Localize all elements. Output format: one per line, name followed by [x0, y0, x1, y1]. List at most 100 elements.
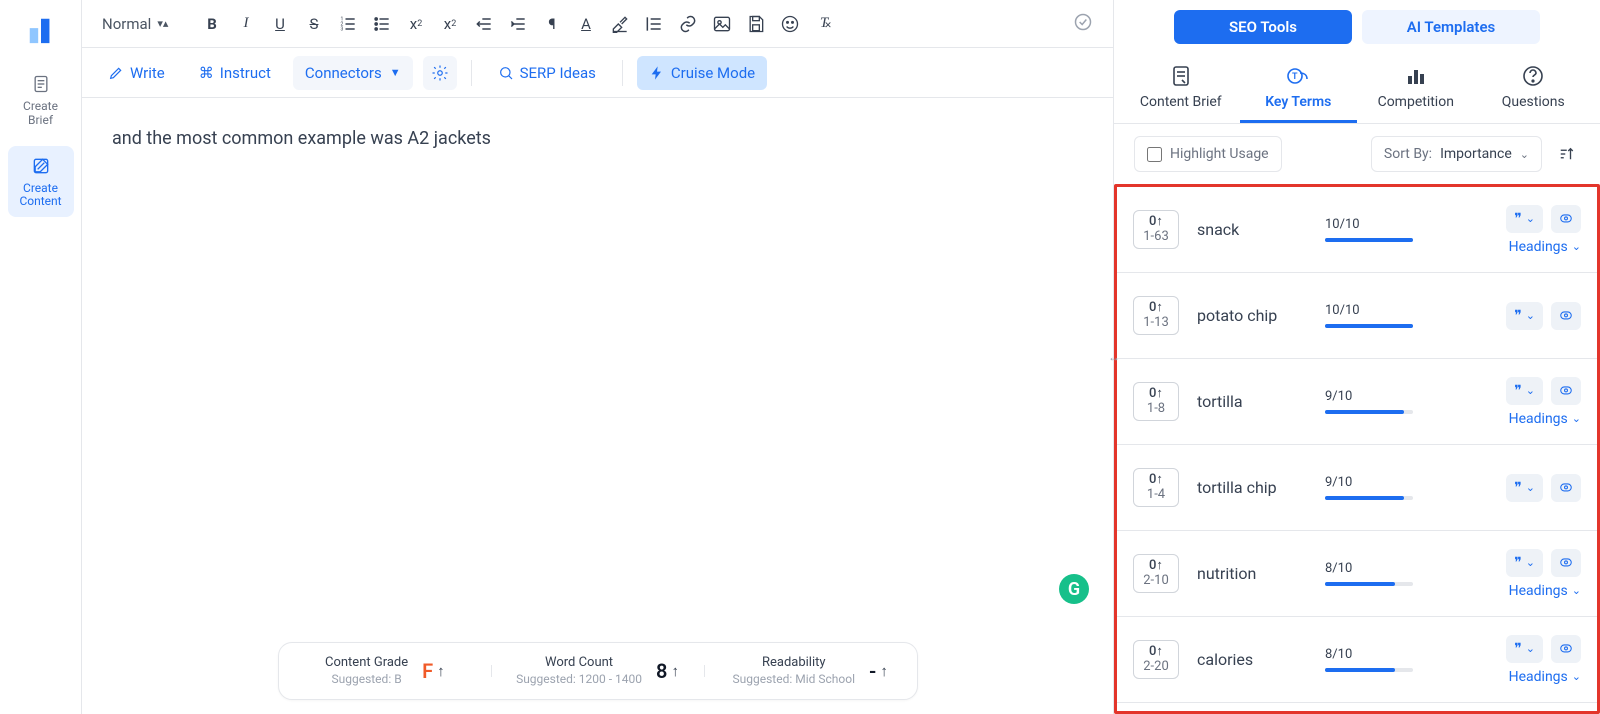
chevron-down-icon: ⌄: [1526, 642, 1535, 655]
competition-tab[interactable]: Competition: [1357, 58, 1475, 123]
headings-link[interactable]: Headings ⌄: [1509, 239, 1581, 255]
view-term-button[interactable]: [1551, 302, 1581, 330]
view-term-button[interactable]: [1551, 205, 1581, 233]
sort-value: Importance: [1440, 146, 1512, 162]
ordered-list-icon[interactable]: 123: [338, 14, 358, 34]
questions-label: Questions: [1502, 94, 1565, 110]
insert-term-button[interactable]: ❞ ⌄: [1506, 205, 1543, 233]
key-terms-label: Key Terms: [1265, 94, 1331, 110]
chevron-down-icon: ⌄: [1520, 148, 1529, 161]
score-bar: [1325, 582, 1413, 586]
insert-term-button[interactable]: ❞ ⌄: [1506, 302, 1543, 330]
editor-body[interactable]: and the most common example was A2 jacke…: [82, 98, 1113, 714]
view-term-button[interactable]: [1551, 474, 1581, 502]
term-name[interactable]: nutrition: [1197, 564, 1307, 583]
term-actions: ❞ ⌄ Headings ⌄: [1506, 635, 1581, 685]
save-icon[interactable]: [746, 14, 766, 34]
usage-badge[interactable]: 0↑ 2-20: [1133, 640, 1179, 680]
insert-term-button[interactable]: ❞ ⌄: [1506, 549, 1543, 577]
quote-icon[interactable]: [644, 14, 664, 34]
score-value: 9/10: [1325, 475, 1425, 490]
clear-format-icon[interactable]: T✕: [814, 14, 834, 34]
emoji-icon[interactable]: [780, 14, 800, 34]
highlight-color-icon[interactable]: [610, 14, 630, 34]
quote-icon: ❞: [1514, 383, 1522, 399]
term-name[interactable]: tortilla chip: [1197, 478, 1307, 497]
create-brief-button[interactable]: Create Brief: [8, 64, 74, 136]
term-name[interactable]: tortilla: [1197, 392, 1307, 411]
quote-icon: ❞: [1514, 641, 1522, 657]
term-name[interactable]: potato chip: [1197, 306, 1307, 325]
paragraph-direction-icon[interactable]: ¶: [542, 14, 562, 34]
outdent-icon[interactable]: [474, 14, 494, 34]
usage-badge[interactable]: 0↑ 1-8: [1133, 382, 1179, 422]
underline-icon[interactable]: U: [270, 14, 290, 34]
headings-link[interactable]: Headings ⌄: [1509, 411, 1581, 427]
chevron-down-icon: ⌄: [1572, 584, 1581, 597]
readability-value: -: [869, 659, 876, 683]
view-term-button[interactable]: [1551, 377, 1581, 405]
term-name[interactable]: calories: [1197, 650, 1307, 669]
highlight-usage-toggle[interactable]: Highlight Usage: [1134, 136, 1282, 172]
strikethrough-icon[interactable]: S: [304, 14, 324, 34]
score-value: 10/10: [1325, 303, 1425, 318]
questions-tab[interactable]: Questions: [1475, 58, 1593, 123]
subscript-icon[interactable]: x2: [406, 14, 426, 34]
word-count-stat[interactable]: Word Count Suggested: 1200 - 1400 8 ↑: [491, 655, 704, 686]
score-bar: [1325, 410, 1413, 414]
serp-ideas-label: SERP Ideas: [520, 64, 596, 82]
chevron-down-icon: ⌄: [1572, 240, 1581, 253]
headings-link[interactable]: Headings ⌄: [1509, 583, 1581, 599]
sort-direction-button[interactable]: [1552, 136, 1580, 172]
word-count-value: 8: [656, 659, 667, 683]
usage-badge[interactable]: 0↑ 2-10: [1133, 554, 1179, 594]
italic-icon[interactable]: I: [236, 14, 256, 34]
link-icon[interactable]: [678, 14, 698, 34]
quote-icon: ❞: [1514, 308, 1522, 324]
chevron-down-icon: ⌄: [1526, 309, 1535, 322]
create-content-button[interactable]: Create Content: [8, 146, 74, 218]
view-term-button[interactable]: [1551, 635, 1581, 663]
unordered-list-icon[interactable]: [372, 14, 392, 34]
score-value: 10/10: [1325, 217, 1425, 232]
caret-icon: ▾▴: [157, 17, 168, 30]
key-terms-tab[interactable]: T Key Terms: [1240, 58, 1358, 123]
cruise-mode-button[interactable]: Cruise Mode: [637, 56, 767, 90]
term-actions: ❞ ⌄ Headings ⌄: [1506, 205, 1581, 255]
app-logo: [17, 6, 65, 54]
image-icon[interactable]: [712, 14, 732, 34]
sort-by-select[interactable]: Sort By: Importance ⌄: [1371, 136, 1542, 172]
content-brief-tab[interactable]: Content Brief: [1122, 58, 1240, 123]
paragraph-style-select[interactable]: Normal ▾▴: [102, 15, 192, 33]
insert-term-button[interactable]: ❞ ⌄: [1506, 474, 1543, 502]
write-button[interactable]: Write: [96, 56, 177, 90]
stats-bar: Content Grade Suggested: B F ↑ Word Coun…: [278, 642, 918, 700]
bold-icon[interactable]: B: [202, 14, 222, 34]
usage-badge[interactable]: 0↑ 1-4: [1133, 468, 1179, 508]
indent-icon[interactable]: [508, 14, 528, 34]
check-icon[interactable]: [1073, 12, 1093, 36]
seo-tools-tab[interactable]: SEO Tools: [1174, 10, 1352, 44]
text-color-icon[interactable]: A: [576, 14, 596, 34]
score-bar: [1325, 238, 1413, 242]
quote-icon: ❞: [1514, 480, 1522, 496]
superscript-icon[interactable]: x2: [440, 14, 460, 34]
insert-term-button[interactable]: ❞ ⌄: [1506, 635, 1543, 663]
highlight-usage-checkbox[interactable]: [1147, 147, 1162, 162]
usage-badge[interactable]: 0↑ 1-13: [1133, 296, 1179, 336]
usage-badge[interactable]: 0↑ 1-63: [1133, 210, 1179, 250]
headings-link[interactable]: Headings ⌄: [1509, 669, 1581, 685]
term-name[interactable]: snack: [1197, 220, 1307, 239]
insert-term-button[interactable]: ❞ ⌄: [1506, 377, 1543, 405]
ai-templates-tab[interactable]: AI Templates: [1362, 10, 1540, 44]
readability-stat[interactable]: Readability Suggested: Mid School - ↑: [704, 655, 917, 686]
serp-ideas-button[interactable]: SERP Ideas: [486, 56, 608, 90]
grammarly-icon[interactable]: G: [1059, 574, 1089, 604]
content-grade-stat[interactable]: Content Grade Suggested: B F ↑: [279, 655, 492, 686]
connectors-button[interactable]: Connectors ▼: [293, 56, 413, 90]
view-term-button[interactable]: [1551, 549, 1581, 577]
paragraph-style-value: Normal: [102, 15, 151, 33]
settings-button[interactable]: [423, 56, 457, 90]
divider: [471, 60, 472, 86]
instruct-button[interactable]: ⌘ Instruct: [187, 56, 283, 90]
